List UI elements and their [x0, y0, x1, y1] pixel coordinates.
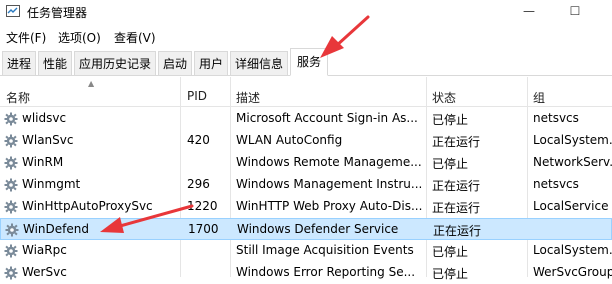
column-group[interactable]: 组: [533, 89, 545, 106]
service-name: wlidsvc: [22, 111, 67, 125]
service-description: WLAN AutoConfig: [236, 133, 343, 147]
service-group: netsvcs: [533, 111, 579, 125]
service-description: Still Image Acquisition Events: [236, 243, 414, 257]
menu-file[interactable]: 文件(F): [6, 29, 46, 46]
tab-app-history[interactable]: 应用历史记录: [74, 51, 156, 75]
service-status: 正在运行: [432, 179, 481, 193]
gear-icon: [4, 156, 18, 170]
table-row[interactable]: wlidsvc Microsoft Account Sign-in As... …: [0, 108, 612, 130]
service-group: NetworkServ...: [533, 155, 612, 169]
service-status: 已停止: [432, 245, 469, 259]
task-manager-icon: [6, 5, 20, 17]
service-status: 已停止: [432, 157, 469, 171]
service-group: LocalService: [533, 199, 609, 213]
gear-icon: [5, 223, 19, 237]
window-title: 任务管理器: [27, 6, 88, 20]
service-group: netsvcs: [533, 177, 579, 191]
column-name[interactable]: 名称: [6, 89, 30, 106]
gear-icon: [4, 134, 18, 148]
table-header: ▲ 名称 PID 描述 状态 组: [0, 77, 612, 107]
service-description: Windows Remote Manageme...: [236, 155, 422, 169]
table-row[interactable]: Winmgmt 296 Windows Management Instru...…: [0, 174, 612, 196]
table-row[interactable]: WiaRpc Still Image Acquisition Events 已停…: [0, 240, 612, 262]
table-row[interactable]: WlanSvc 420 WLAN AutoConfig 正在运行 LocalSy…: [0, 130, 612, 152]
gear-icon: [4, 200, 18, 214]
service-description: Windows Management Instru...: [236, 177, 422, 191]
services-table: ▲ 名称 PID 描述 状态 组 wlidsvc Microsoft Accou…: [0, 77, 612, 281]
service-pid: 1700: [188, 222, 219, 236]
table-row[interactable]: WinDefend 1700 Windows Defender Service …: [0, 218, 612, 240]
service-status: 已停止: [432, 267, 469, 281]
service-status: 正在运行: [432, 201, 481, 215]
table-row[interactable]: WinHttpAutoProxySvc 1220 WinHTTP Web Pro…: [0, 196, 612, 218]
tab-users[interactable]: 用户: [194, 51, 228, 75]
tab-processes[interactable]: 进程: [2, 51, 36, 75]
menu-view[interactable]: 查看(V): [114, 29, 156, 46]
service-status: 已停止: [432, 113, 469, 127]
sort-up-icon: ▲: [88, 79, 95, 88]
menu-bar: 文件(F) 选项(O) 查看(V): [0, 27, 612, 47]
title-bar: 任务管理器 — ☐: [0, 0, 612, 26]
service-name: WiaRpc: [22, 243, 67, 257]
maximize-button[interactable]: ☐: [560, 2, 590, 22]
service-name: WinHttpAutoProxySvc: [22, 199, 153, 213]
tab-performance[interactable]: 性能: [38, 51, 72, 75]
service-pid: 420: [187, 133, 210, 147]
column-status[interactable]: 状态: [432, 89, 456, 106]
service-status: 正在运行: [432, 135, 481, 149]
tab-bar: 进程 性能 应用历史记录 启动 用户 详细信息 服务: [0, 48, 612, 76]
service-description: Windows Defender Service: [237, 222, 399, 236]
gear-icon: [4, 266, 18, 280]
service-description: Microsoft Account Sign-in As...: [236, 111, 418, 125]
service-name: WinRM: [22, 155, 64, 169]
service-pid: 1220: [187, 199, 218, 213]
column-pid[interactable]: PID: [187, 89, 207, 103]
service-group: LocalSystem...: [533, 133, 612, 147]
service-description: WinHTTP Web Proxy Auto-Dis...: [236, 199, 422, 213]
menu-options[interactable]: 选项(O): [58, 29, 101, 46]
service-pid: 296: [187, 177, 210, 191]
service-name: WinDefend: [23, 222, 89, 236]
gear-icon: [4, 178, 18, 192]
table-row[interactable]: WinRM Windows Remote Manageme... 已停止 Net…: [0, 152, 612, 174]
minimize-button[interactable]: —: [514, 2, 544, 22]
tab-details[interactable]: 详细信息: [230, 51, 288, 75]
service-status: 正在运行: [433, 224, 482, 238]
tab-startup[interactable]: 启动: [158, 51, 192, 75]
service-name: Winmgmt: [22, 177, 81, 191]
column-description[interactable]: 描述: [236, 89, 260, 106]
table-row[interactable]: WerSvc Windows Error Reporting Se... 已停止…: [0, 262, 612, 284]
gear-icon: [4, 112, 18, 126]
gear-icon: [4, 244, 18, 258]
service-name: WlanSvc: [22, 133, 74, 147]
service-group: LocalSystem...: [533, 243, 612, 257]
tab-services[interactable]: 服务: [290, 48, 328, 76]
